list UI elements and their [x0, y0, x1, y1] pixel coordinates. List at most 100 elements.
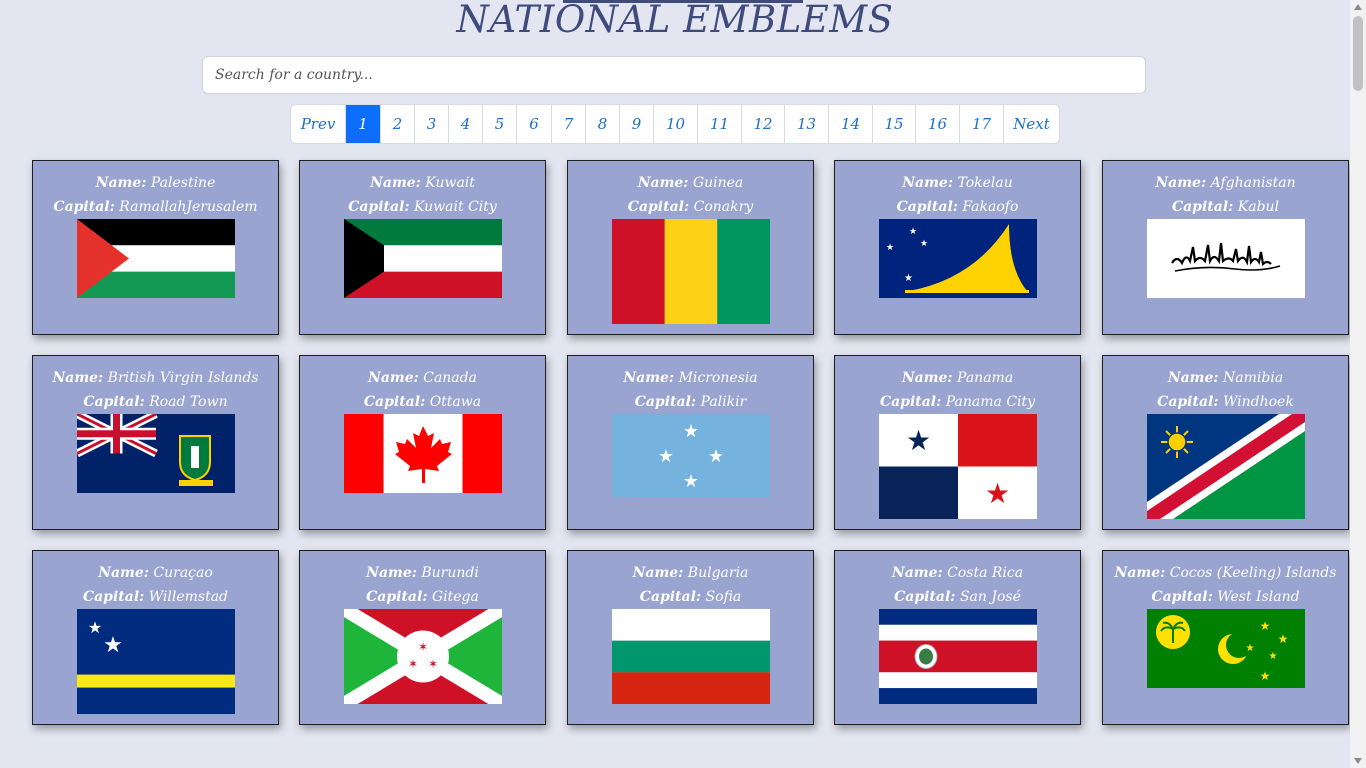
svg-text:★: ★	[87, 618, 101, 637]
svg-text:★: ★	[1259, 669, 1270, 683]
country-capital: Conakry	[693, 199, 754, 215]
guinea-flag	[611, 219, 770, 324]
capital-label: Capital:	[83, 394, 145, 410]
pagination: Prev 1 2 3 4 5 6 7 8 9 10 11 12 13 14 15…	[290, 104, 1060, 144]
page-scrollbar[interactable]	[1350, 0, 1366, 768]
page-button-12[interactable]: 12	[742, 105, 785, 143]
svg-text:★: ★	[103, 633, 123, 658]
country-card-palestine[interactable]: Name: Palestine Capital: RamallahJerusal…	[32, 160, 279, 335]
svg-text:★: ★	[1277, 632, 1288, 646]
name-label: Name:	[1155, 175, 1207, 191]
country-name: Guinea	[692, 175, 744, 191]
page-button-15[interactable]: 15	[873, 105, 916, 143]
country-name: Panama	[957, 370, 1014, 386]
page-title: NATIONAL EMBLEMS	[456, 0, 894, 41]
country-capital: RamallahJerusalem	[119, 199, 258, 215]
canada-flag	[343, 414, 502, 493]
capital-label: Capital:	[879, 394, 942, 410]
page-button-7[interactable]: 7	[552, 105, 586, 143]
capital-label: Capital:	[1157, 394, 1219, 410]
country-capital: Panama City	[945, 394, 1036, 410]
country-name: Palestine	[150, 175, 216, 191]
country-card-guinea[interactable]: Name: Guinea Capital: Conakry	[567, 160, 814, 335]
svg-text:★: ★	[909, 227, 917, 237]
page-button-4[interactable]: 4	[449, 105, 483, 143]
capital-label: Capital:	[1171, 199, 1234, 215]
country-capital: Fakaofo	[962, 199, 1019, 215]
country-capital: Kabul	[1237, 199, 1280, 215]
capital-label: Capital:	[896, 199, 958, 215]
name-label: Name:	[52, 370, 104, 386]
page-button-16[interactable]: 16	[916, 105, 960, 143]
capital-label: Capital:	[366, 589, 428, 605]
page-button-1[interactable]: 1	[346, 105, 381, 143]
scroll-down-icon[interactable]	[1354, 758, 1362, 764]
capital-label: Capital:	[639, 589, 702, 605]
country-capital: Windhoek	[1222, 394, 1294, 410]
tokelau-flag: ★ ★ ★ ★	[878, 219, 1037, 298]
search-input[interactable]	[202, 56, 1146, 94]
country-name: Burundi	[421, 565, 479, 581]
country-name: Kuwait	[425, 175, 475, 191]
scrollbar-thumb[interactable]	[1353, 16, 1363, 91]
svg-text:★: ★	[920, 239, 928, 249]
scroll-up-icon[interactable]	[1354, 4, 1362, 10]
country-name: Bulgaria	[687, 565, 749, 581]
british-virgin-islands-flag	[76, 414, 235, 493]
svg-text:★: ★	[1245, 643, 1254, 654]
capital-label: Capital:	[363, 394, 426, 410]
afghanistan-flag	[1146, 219, 1305, 298]
svg-text:★: ★	[682, 471, 698, 492]
country-capital: Kuwait City	[414, 199, 497, 215]
name-label: Name:	[1167, 370, 1219, 386]
name-label: Name:	[98, 565, 149, 581]
curacao-flag: ★ ★	[76, 609, 235, 714]
country-card-burundi[interactable]: Name: Burundi Capital: Gitega ✶ ✶ ✶	[299, 550, 546, 725]
page-button-2[interactable]: 2	[381, 105, 415, 143]
country-name: Micronesia	[678, 370, 758, 386]
page-button-3[interactable]: 3	[415, 105, 449, 143]
country-card-cocos-keeling-islands[interactable]: Name: Cocos (Keeling) Islands Capital: W…	[1102, 550, 1349, 725]
country-name: Tokelau	[957, 175, 1013, 191]
name-label: Name:	[902, 175, 953, 191]
page-button-17[interactable]: 17	[960, 105, 1004, 143]
page-button-13[interactable]: 13	[785, 105, 829, 143]
page-button-10[interactable]: 10	[654, 105, 698, 143]
page-button-5[interactable]: 5	[483, 105, 517, 143]
country-card-tokelau[interactable]: Name: Tokelau Capital: Fakaofo ★ ★ ★ ★	[834, 160, 1081, 335]
country-card-panama[interactable]: Name: Panama Capital: Panama City ★ ★	[834, 355, 1081, 530]
country-card-micronesia[interactable]: Name: Micronesia Capital: Palikir ★ ★ ★ …	[567, 355, 814, 530]
country-name: Namibia	[1223, 370, 1284, 386]
capital-label: Capital:	[82, 589, 145, 605]
page-button-9[interactable]: 9	[620, 105, 654, 143]
svg-text:✶: ✶	[417, 640, 427, 654]
page-button-14[interactable]: 14	[829, 105, 873, 143]
svg-text:★: ★	[905, 424, 930, 457]
next-page-button[interactable]: Next	[1004, 105, 1059, 143]
capital-label: Capital:	[634, 394, 697, 410]
capital-label: Capital:	[1151, 589, 1213, 605]
country-card-kuwait[interactable]: Name: Kuwait Capital: Kuwait City	[299, 160, 546, 335]
country-card-namibia[interactable]: Name: Namibia Capital: Windhoek	[1102, 355, 1349, 530]
country-card-bulgaria[interactable]: Name: Bulgaria Capital: Sofia	[567, 550, 814, 725]
page-button-6[interactable]: 6	[517, 105, 552, 143]
page-button-11[interactable]: 11	[698, 105, 742, 143]
country-capital: Sofia	[705, 589, 742, 605]
cocos-keeling-islands-flag: ★ ★ ★ ★ ★	[1146, 609, 1305, 688]
country-card-british-virgin-islands[interactable]: Name: British Virgin Islands Capital: Ro…	[32, 355, 279, 530]
svg-text:★: ★	[1259, 619, 1270, 633]
kuwait-flag	[343, 219, 502, 298]
country-card-costa-rica[interactable]: Name: Costa Rica Capital: San José	[834, 550, 1081, 725]
country-capital: Ottawa	[429, 394, 482, 410]
svg-text:★: ★	[904, 273, 913, 284]
palestine-flag	[76, 219, 235, 298]
name-label: Name:	[95, 175, 147, 191]
page-button-8[interactable]: 8	[586, 105, 620, 143]
name-label: Name:	[623, 370, 675, 386]
country-card-canada[interactable]: Name: Canada Capital: Ottawa	[299, 355, 546, 530]
prev-page-button[interactable]: Prev	[291, 105, 346, 143]
country-card-curacao[interactable]: Name: Curaçao Capital: Willemstad ★ ★	[32, 550, 279, 725]
country-name: Canada	[423, 370, 477, 386]
country-name: Cocos (Keeling) Islands	[1169, 565, 1337, 581]
country-card-afghanistan[interactable]: Name: Afghanistan Capital: Kabul	[1102, 160, 1349, 335]
